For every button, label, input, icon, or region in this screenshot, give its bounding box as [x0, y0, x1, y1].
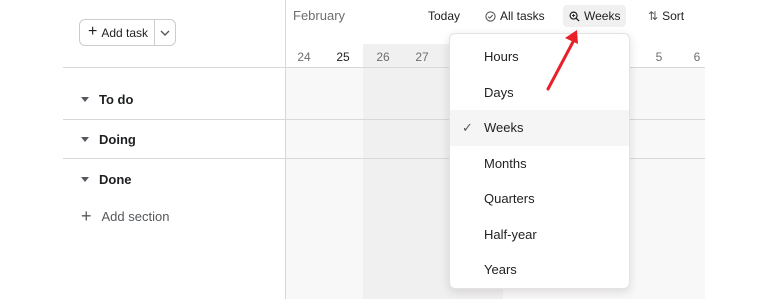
- menu-item-half-year[interactable]: Half-year: [450, 217, 629, 253]
- menu-item-label: Quarters: [484, 191, 535, 207]
- menu-item-days[interactable]: Days: [450, 75, 629, 111]
- sort-arrows-icon: ⇅: [648, 9, 659, 23]
- day-label: 26: [376, 50, 390, 64]
- day-label: 6: [693, 50, 701, 64]
- month-label: February: [293, 8, 346, 23]
- plus-icon: +: [88, 23, 98, 40]
- section-doing[interactable]: Doing: [81, 132, 136, 147]
- today-button[interactable]: Today: [422, 5, 466, 27]
- all-tasks-filter-button[interactable]: All tasks: [479, 5, 551, 27]
- chevron-down-icon: [160, 30, 170, 36]
- menu-item-weeks[interactable]: ✓ Weeks: [450, 110, 629, 146]
- menu-item-years[interactable]: Years: [450, 252, 629, 288]
- sort-button[interactable]: ⇅ Sort: [642, 5, 690, 27]
- timeline-view: + Add task To do Doing Done + Add sectio…: [63, 0, 705, 299]
- menu-item-label: Years: [484, 262, 517, 278]
- checkmark-icon: ✓: [462, 120, 473, 135]
- add-task-label: Add task: [101, 25, 149, 40]
- day-label: 27: [415, 50, 429, 64]
- check-circle-icon: [485, 10, 496, 22]
- day-label: 5: [655, 50, 663, 64]
- add-task-dropdown-button[interactable]: [155, 20, 175, 45]
- day-label: 24: [297, 50, 311, 64]
- triangle-down-icon[interactable]: [81, 97, 89, 102]
- triangle-down-icon[interactable]: [81, 177, 89, 182]
- menu-item-hours[interactable]: Hours: [450, 39, 629, 75]
- add-task-split-button: + Add task: [79, 19, 177, 46]
- zoom-dropdown-menu: Hours Days ✓ Weeks Months Quarters Half-…: [449, 33, 630, 289]
- menu-item-quarters[interactable]: Quarters: [450, 181, 629, 217]
- section-label: Done: [99, 172, 132, 187]
- menu-item-label: Weeks: [484, 120, 524, 136]
- menu-item-months[interactable]: Months: [450, 146, 629, 182]
- all-tasks-label: All tasks: [500, 9, 545, 23]
- sort-label: Sort: [662, 9, 685, 23]
- section-todo[interactable]: To do: [81, 92, 133, 107]
- section-label: To do: [99, 92, 134, 107]
- add-section-label: Add section: [101, 208, 170, 224]
- add-task-button[interactable]: + Add task: [80, 20, 156, 45]
- zoom-label: Weeks: [584, 9, 621, 23]
- menu-item-label: Hours: [484, 49, 519, 65]
- menu-item-label: Months: [484, 155, 527, 171]
- zoom-icon: [569, 11, 580, 22]
- section-label: Doing: [99, 132, 136, 147]
- day-label-today: 25: [336, 50, 350, 64]
- add-section-button[interactable]: + Add section: [81, 207, 169, 225]
- menu-item-label: Half-year: [484, 226, 537, 242]
- plus-icon: +: [81, 206, 92, 226]
- zoom-button[interactable]: Weeks: [563, 5, 627, 27]
- panel-divider: [285, 0, 286, 299]
- triangle-down-icon[interactable]: [81, 137, 89, 142]
- section-done[interactable]: Done: [81, 172, 132, 187]
- menu-item-label: Days: [484, 84, 514, 100]
- today-label: Today: [428, 9, 461, 23]
